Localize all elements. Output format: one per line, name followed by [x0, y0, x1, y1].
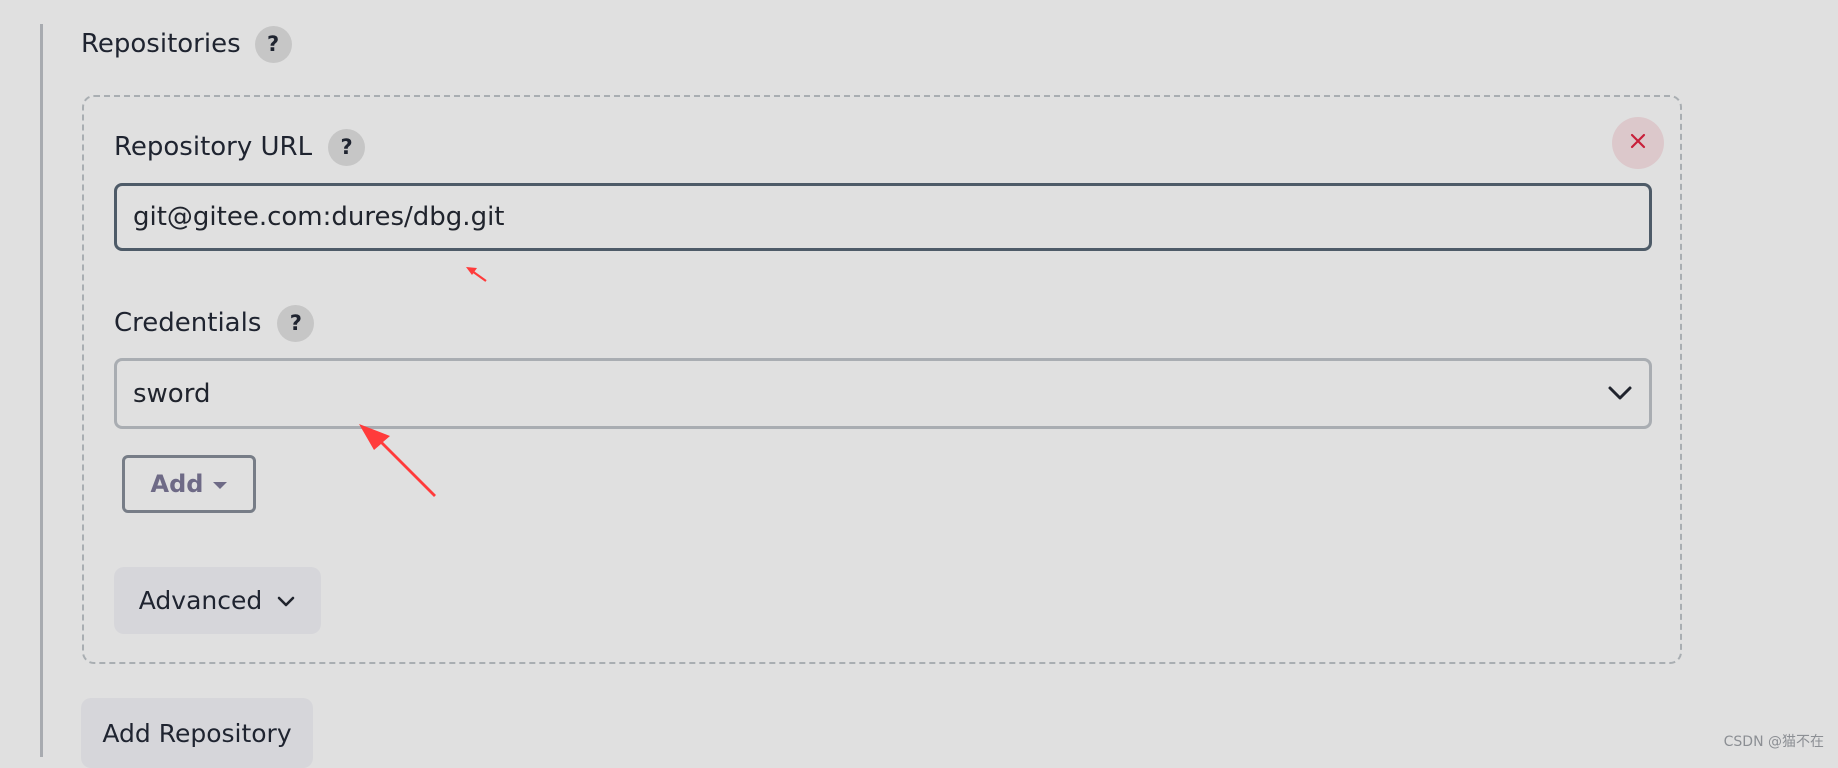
add-button-label: Add — [150, 470, 204, 498]
credentials-label-row: Credentials ? — [114, 303, 315, 343]
repository-url-value: git@gitee.com:dures/dbg.git — [133, 202, 505, 232]
credentials-select[interactable]: sword — [114, 358, 1652, 429]
repositories-title: Repositories — [81, 29, 241, 59]
csdn-watermark: CSDN @猫不在 — [1723, 734, 1824, 750]
repository-url-input[interactable]: git@gitee.com:dures/dbg.git — [114, 183, 1652, 251]
repository-url-label-row: Repository URL ? — [114, 127, 366, 167]
repositories-heading: Repositories ? — [81, 23, 292, 65]
chevron-down-icon — [276, 586, 296, 615]
repository-url-help-button[interactable]: ? — [328, 128, 366, 166]
advanced-button[interactable]: Advanced — [114, 567, 321, 634]
close-icon — [1628, 131, 1648, 155]
credentials-help-button[interactable]: ? — [277, 304, 315, 342]
repository-url-label: Repository URL — [114, 132, 313, 162]
advanced-button-label: Advanced — [138, 586, 263, 615]
add-credentials-button[interactable]: Add — [122, 455, 256, 513]
add-repository-label: Add Repository — [102, 718, 292, 748]
caret-down-icon — [213, 481, 228, 489]
credentials-selected-value: sword — [133, 378, 211, 409]
remove-repository-button[interactable] — [1612, 117, 1664, 169]
credentials-label: Credentials — [114, 308, 262, 338]
section-left-rule — [40, 24, 43, 757]
add-repository-button[interactable]: Add Repository — [81, 698, 313, 768]
chevron-down-icon — [1607, 379, 1633, 409]
repositories-help-button[interactable]: ? — [254, 25, 292, 63]
